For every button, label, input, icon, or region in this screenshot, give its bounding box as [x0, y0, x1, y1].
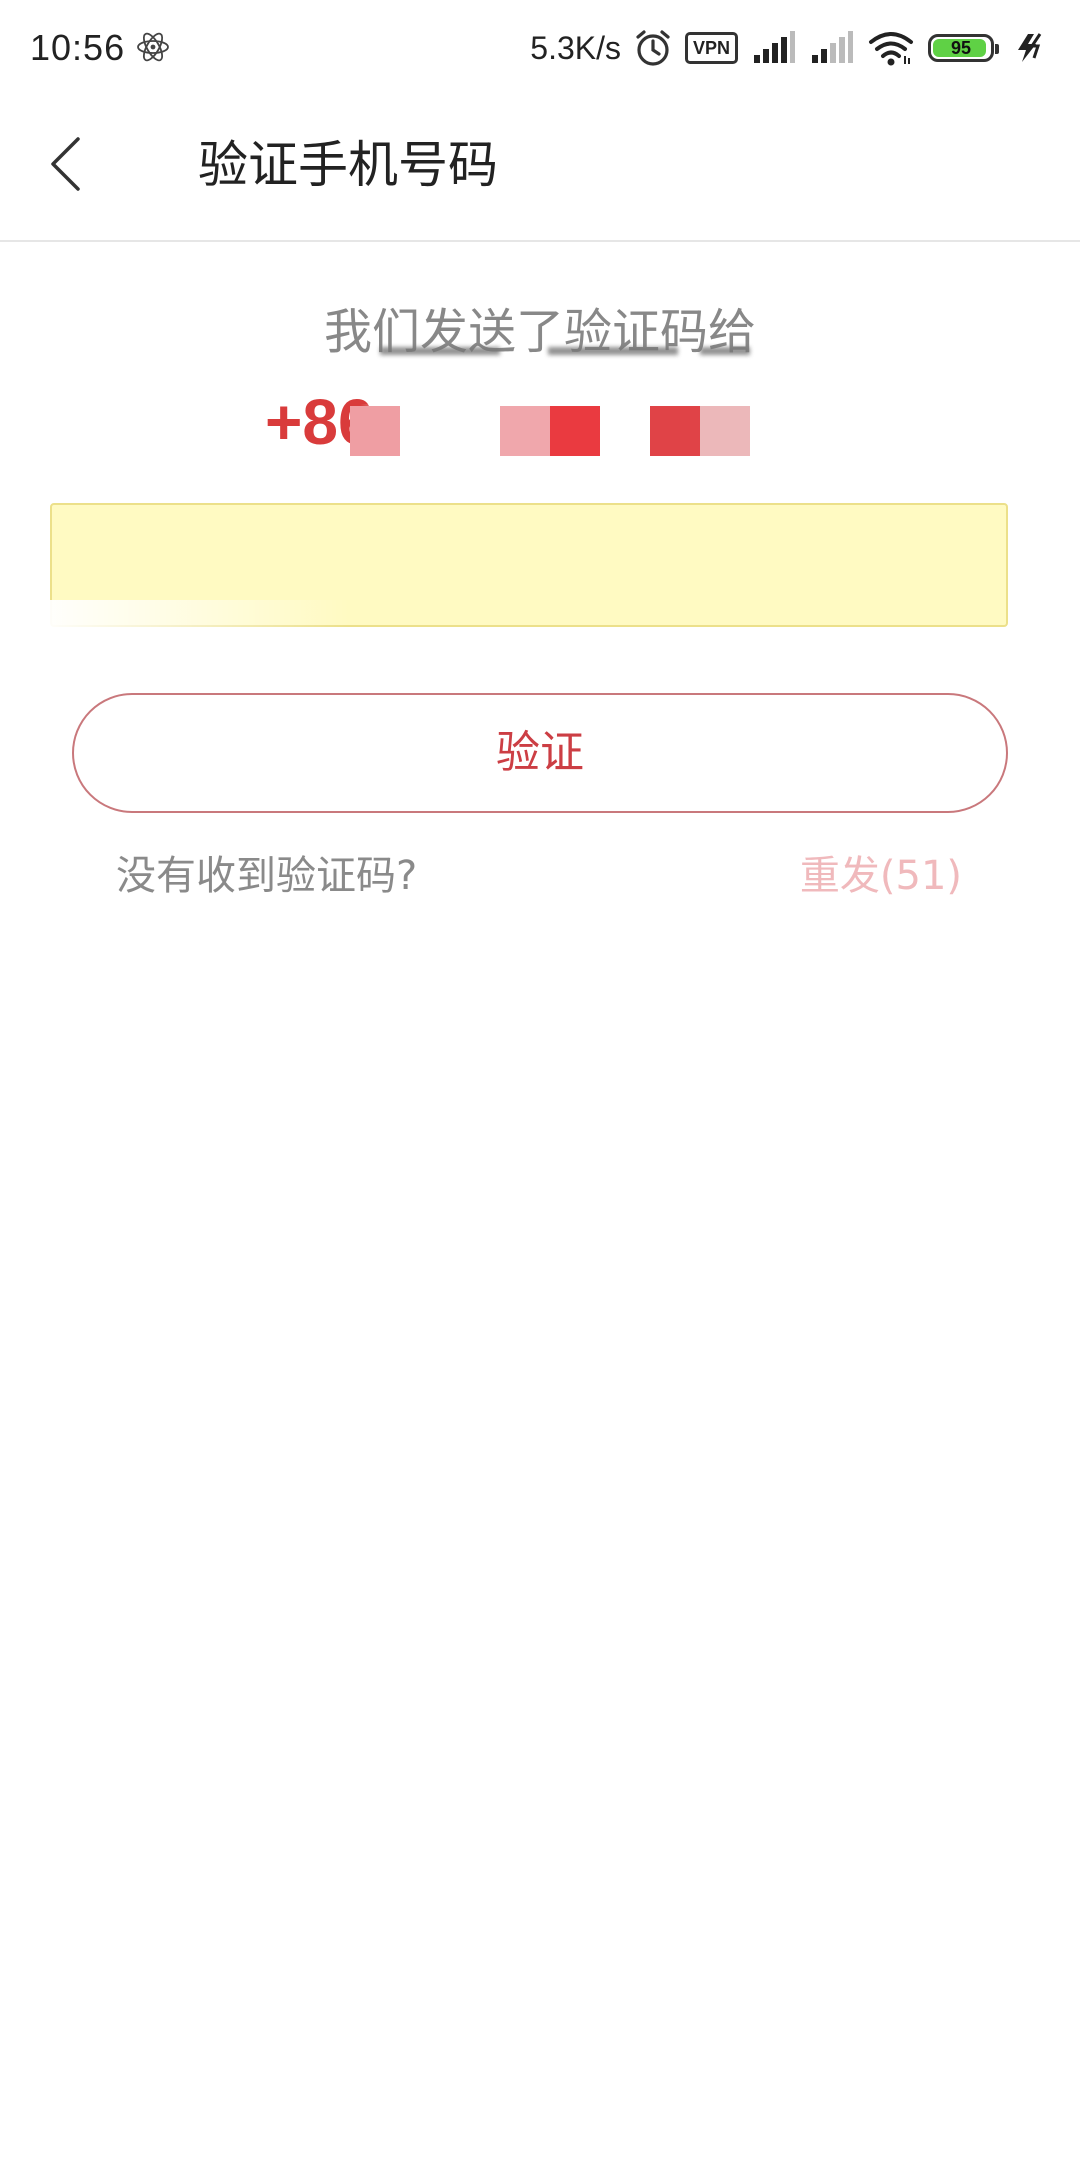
vpn-icon: VPN: [684, 32, 738, 64]
redaction-strip: [548, 347, 678, 355]
alarm-icon: [636, 30, 670, 66]
wifi-icon: [869, 32, 913, 66]
redaction-strip: [700, 347, 750, 355]
battery-level: 95: [950, 37, 972, 58]
resend-button[interactable]: 重发(51): [800, 848, 962, 904]
sent-label: 我们发送了验证码给: [323, 304, 756, 360]
charging-icon: [1018, 33, 1042, 62]
not-received-label: 没有收到验证码?: [116, 853, 418, 899]
redaction-block: [650, 406, 700, 456]
verification-code-input[interactable]: [50, 503, 1008, 627]
status-bar: 10:56 5.3K/s VPN 95: [0, 0, 1080, 96]
redaction-block: [550, 406, 600, 456]
redaction-block: [500, 406, 550, 456]
battery-icon: 95: [928, 34, 999, 62]
page-title: 验证手机号码: [198, 136, 498, 194]
signal-icon: [754, 31, 795, 63]
resend-countdown: (51): [879, 853, 962, 899]
verify-button[interactable]: 验证: [72, 693, 1008, 813]
redaction-block: [700, 406, 750, 456]
net-speed: 5.3K/s: [530, 30, 621, 66]
redaction-block: [350, 406, 400, 456]
status-icons: 5.3K/s VPN 95: [530, 22, 1046, 74]
resend-label: 重发: [799, 853, 880, 899]
signal-icon-2: [812, 31, 853, 63]
app-bar: 验证手机号码: [0, 96, 1080, 242]
chevron-left-icon: [51, 137, 80, 191]
atom-icon: [137, 32, 169, 62]
phone-number: +86: [265, 384, 785, 460]
redaction-strip: [380, 347, 500, 355]
status-time: 10:56: [30, 27, 126, 68]
back-button[interactable]: [30, 126, 100, 202]
